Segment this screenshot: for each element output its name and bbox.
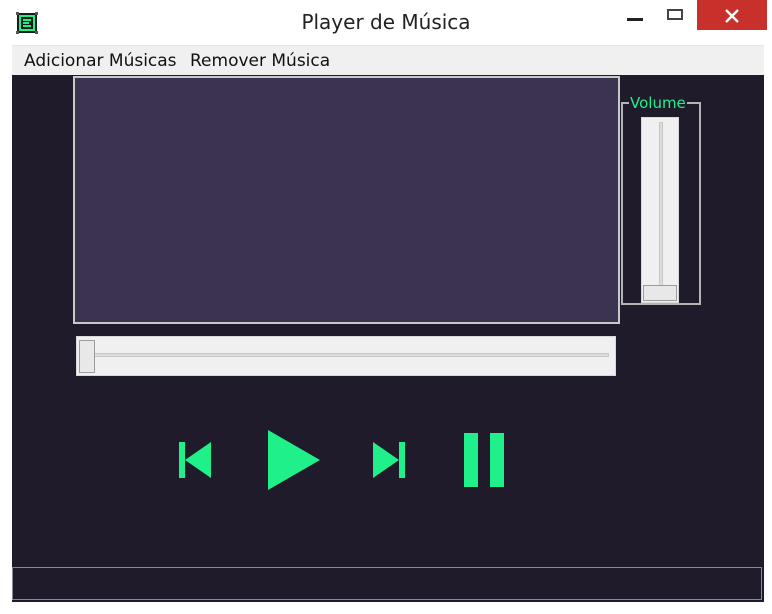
minimize-icon: [627, 18, 643, 21]
seek-slider-thumb[interactable]: [79, 340, 95, 373]
volume-slider[interactable]: [641, 117, 679, 303]
close-button[interactable]: [697, 0, 767, 30]
title-bar[interactable]: Player de Música: [0, 0, 772, 45]
play-icon[interactable]: [268, 430, 320, 490]
volume-slider-groove: [659, 122, 663, 298]
menu-remove-song[interactable]: Remover Música: [190, 51, 330, 71]
music-player-window: Player de Música Adicionar Músicas Remov…: [0, 0, 772, 614]
seek-slider[interactable]: [76, 336, 616, 376]
minimize-button[interactable]: [615, 0, 655, 30]
status-bar: [12, 567, 762, 600]
volume-label: Volume: [629, 94, 687, 112]
volume-group: Volume: [621, 95, 701, 305]
video-panel[interactable]: [73, 76, 620, 324]
menu-bar: Adicionar Músicas Remover Música: [12, 45, 764, 76]
next-track-icon[interactable]: [373, 442, 405, 478]
pause-icon[interactable]: [464, 433, 506, 487]
menu-add-songs[interactable]: Adicionar Músicas: [24, 51, 177, 71]
player-area: Volume: [12, 75, 764, 602]
previous-track-icon[interactable]: [179, 442, 211, 478]
volume-slider-thumb[interactable]: [643, 285, 677, 301]
maximize-icon: [667, 9, 683, 20]
close-icon: [725, 9, 739, 23]
seek-slider-groove: [83, 353, 609, 357]
maximize-button[interactable]: [656, 0, 696, 30]
